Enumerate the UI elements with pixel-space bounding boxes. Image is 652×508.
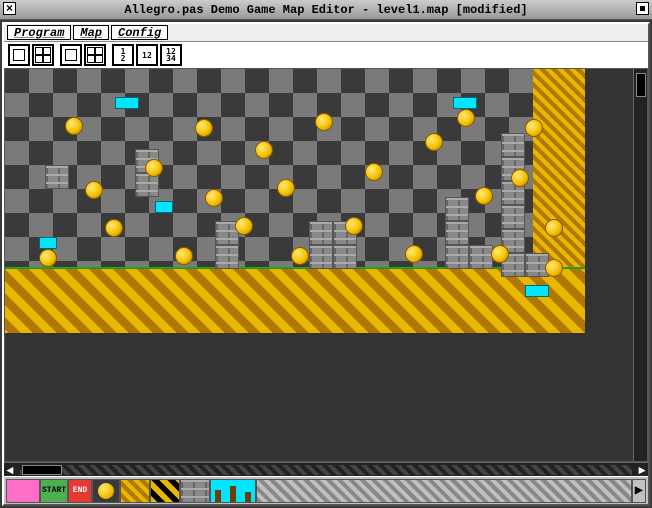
menubar: Program Map Config: [4, 24, 648, 42]
tile-coin[interactable]: [255, 141, 273, 159]
tile-coin[interactable]: [65, 117, 83, 135]
tool-view-single[interactable]: [8, 44, 30, 66]
horizontal-scroll-track[interactable]: [20, 465, 632, 475]
map-canvas[interactable]: [5, 69, 605, 461]
editor-frame: Program Map Config 12 12 1234: [2, 22, 650, 506]
tile-brick[interactable]: [333, 245, 357, 269]
tile-coin[interactable]: [525, 119, 543, 137]
palette-brick[interactable]: [180, 479, 210, 503]
palette-ground-yellow[interactable]: [120, 479, 150, 503]
tool-zoom-single[interactable]: [60, 44, 82, 66]
palette-eraser[interactable]: [6, 479, 40, 503]
tile-coin[interactable]: [405, 245, 423, 263]
palette-overflow[interactable]: [256, 479, 632, 503]
tile-coin[interactable]: [475, 187, 493, 205]
window-title: Allegro.pas Demo Game Map Editor - level…: [124, 3, 527, 17]
tile-coin[interactable]: [291, 247, 309, 265]
tile-platform[interactable]: [115, 97, 139, 109]
tile-coin[interactable]: [345, 217, 363, 235]
tile-platform[interactable]: [155, 201, 173, 213]
tile-coin[interactable]: [39, 249, 57, 267]
palette-ground-dark[interactable]: [150, 479, 180, 503]
tile-brick[interactable]: [469, 245, 493, 269]
tile-coin[interactable]: [145, 159, 163, 177]
tile-coin[interactable]: [205, 189, 223, 207]
maximize-button[interactable]: [636, 2, 649, 15]
vertical-scrollbar[interactable]: [633, 69, 647, 461]
menu-map[interactable]: Map: [73, 25, 109, 40]
tile-coin[interactable]: [425, 133, 443, 151]
mushroom-icon: [215, 490, 221, 502]
tile-coin[interactable]: [195, 119, 213, 137]
tile-coin[interactable]: [235, 217, 253, 235]
scroll-right-arrow[interactable]: ►: [636, 464, 648, 476]
tile-coin[interactable]: [511, 169, 529, 187]
tile-brick[interactable]: [501, 133, 525, 157]
tile-platform[interactable]: [39, 237, 57, 249]
tool-layers-1234[interactable]: 1234: [160, 44, 182, 66]
application-window: × Allegro.pas Demo Game Map Editor - lev…: [0, 0, 652, 508]
ground-stripe: [5, 269, 585, 333]
scroll-left-arrow[interactable]: ◄: [4, 464, 16, 476]
tile-coin[interactable]: [315, 113, 333, 131]
mushroom-icon: [245, 492, 251, 502]
tile-coin[interactable]: [85, 181, 103, 199]
tile-palette: START END ▶: [4, 476, 648, 504]
tool-view-quad[interactable]: [32, 44, 54, 66]
titlebar[interactable]: × Allegro.pas Demo Game Map Editor - lev…: [0, 0, 652, 20]
tile-brick[interactable]: [215, 245, 239, 269]
coin-icon: [98, 483, 114, 499]
background-checker: [5, 69, 585, 269]
toolbar: 12 12 1234: [4, 42, 648, 68]
palette-end[interactable]: END: [68, 479, 92, 503]
tile-coin[interactable]: [175, 247, 193, 265]
tile-coin[interactable]: [545, 219, 563, 237]
tile-brick[interactable]: [309, 245, 333, 269]
vertical-scroll-thumb[interactable]: [636, 73, 646, 97]
horizontal-scrollbar[interactable]: ◄ ►: [4, 462, 648, 476]
menu-program[interactable]: Program: [7, 25, 71, 40]
tile-coin[interactable]: [365, 163, 383, 181]
map-viewport[interactable]: [4, 68, 648, 462]
tile-brick[interactable]: [445, 197, 469, 221]
palette-start[interactable]: START: [40, 479, 68, 503]
palette-mushrooms[interactable]: [210, 479, 256, 503]
palette-coin[interactable]: [92, 479, 120, 503]
menu-config[interactable]: Config: [111, 25, 168, 40]
tile-platform[interactable]: [453, 97, 477, 109]
tool-layers-12v[interactable]: 12: [112, 44, 134, 66]
void-below: [5, 333, 585, 462]
tile-brick[interactable]: [501, 205, 525, 229]
close-button[interactable]: ×: [3, 2, 16, 15]
tool-zoom-quad[interactable]: [84, 44, 106, 66]
tile-coin[interactable]: [277, 179, 295, 197]
tile-coin[interactable]: [545, 259, 563, 277]
mushroom-icon: [230, 486, 236, 502]
tile-brick[interactable]: [309, 221, 333, 245]
tile-coin[interactable]: [457, 109, 475, 127]
tile-brick[interactable]: [45, 165, 69, 189]
tile-coin[interactable]: [105, 219, 123, 237]
tile-platform[interactable]: [525, 285, 549, 297]
tile-brick[interactable]: [445, 245, 469, 269]
tile-brick[interactable]: [445, 221, 469, 245]
horizontal-scroll-thumb[interactable]: [22, 465, 62, 475]
tool-layers-12h[interactable]: 12: [136, 44, 158, 66]
palette-scroll-right[interactable]: ▶: [632, 479, 646, 503]
tile-coin[interactable]: [491, 245, 509, 263]
